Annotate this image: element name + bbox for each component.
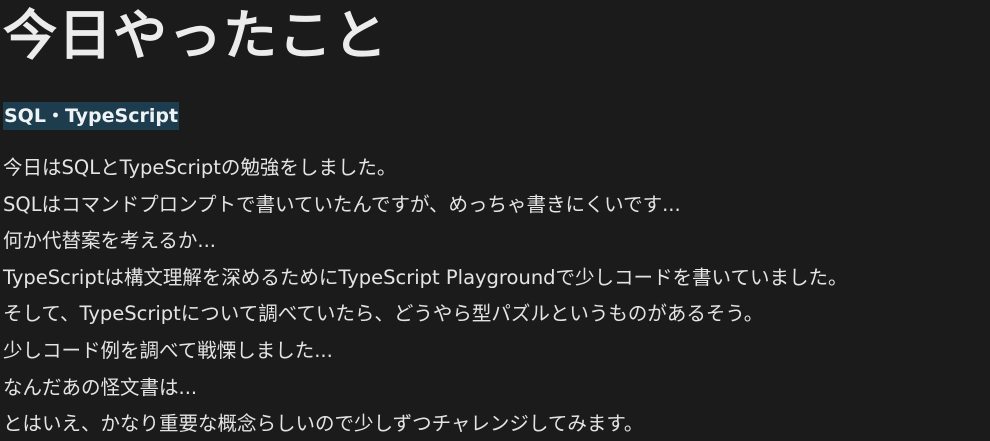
section-label-highlight: SQL・TypeScript [3, 102, 180, 130]
section-heading: SQL・TypeScript [3, 102, 988, 136]
paragraph-line: TypeScriptは構文理解を深めるためにTypeScript Playgro… [3, 265, 848, 289]
paragraph-line: 少しコード例を調べて戦慄しました... [3, 338, 333, 362]
paragraph-line: なんだあの怪文書は... [3, 375, 198, 399]
body-text: 今日はSQLとTypeScriptの勉強をしました。 SQLはコマンドプロンプト… [3, 150, 988, 441]
paragraph-line: そして、TypeScriptについて調べていたら、どうやら型パズルというものがあ… [3, 302, 764, 326]
paragraph-line: 今日はSQLとTypeScriptの勉強をしました。 [3, 156, 397, 179]
paragraph-line: とはいえ、かなり重要な概念らしいので少しずつチャレンジしてみます。 [3, 412, 644, 436]
page-title: 今日やったこと [3, 4, 388, 67]
paragraph-line: 何か代替案を考えるか... [3, 229, 217, 253]
paragraph-line: SQLはコマンドプロンプトで書いていたんですが、めっちゃ書きにくいです... [3, 192, 681, 216]
document-page: 今日やったこと SQL・TypeScript 今日はSQLとTypeScript… [3, 0, 988, 441]
